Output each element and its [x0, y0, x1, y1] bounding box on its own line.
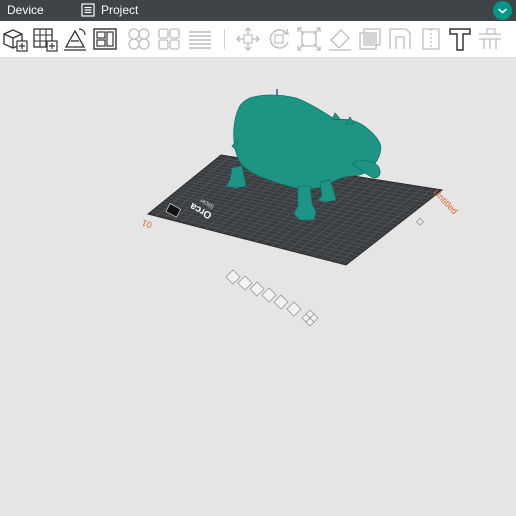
plate-index: 01 [140, 217, 153, 230]
settings-plate-icon[interactable] [261, 287, 277, 303]
plate-toolbar [225, 269, 319, 327]
auto-orient-button[interactable] [61, 25, 89, 53]
scale-icon [297, 27, 321, 51]
split-parts-button[interactable] [155, 25, 183, 53]
arrange-plate-icon[interactable] [225, 269, 241, 285]
seam-icon [422, 28, 440, 50]
layout-button[interactable] [91, 25, 119, 53]
move-button[interactable] [234, 25, 262, 53]
support-icon [479, 28, 501, 49]
add-object-button[interactable] [1, 25, 29, 53]
chevron-down-icon [497, 8, 508, 14]
collapse-button[interactable] [493, 1, 512, 20]
toolbar-separator [224, 29, 225, 49]
measure-button[interactable] [386, 25, 414, 53]
orient-plate-icon[interactable] [237, 275, 253, 291]
cut-icon [359, 28, 381, 50]
tab-project-label: Project [101, 3, 139, 17]
layout-icon [93, 28, 117, 50]
lock-plate-icon[interactable] [249, 281, 265, 297]
measure-icon [389, 28, 411, 49]
auto-orient-icon [64, 28, 86, 51]
plate-name-edit-icon[interactable] [415, 217, 425, 226]
cut-button[interactable] [356, 25, 384, 53]
split-objects-icon [128, 28, 150, 50]
scale-button[interactable] [295, 25, 323, 53]
rotate-button[interactable] [265, 25, 293, 53]
support-button[interactable] [476, 25, 504, 53]
add-object-icon [3, 29, 28, 52]
rotate-icon [269, 28, 289, 49]
layers-button[interactable] [186, 25, 214, 53]
plate-name: Untitled [431, 187, 459, 216]
text-icon [449, 28, 471, 51]
paint-button[interactable] [326, 25, 354, 53]
seam-button[interactable] [417, 25, 445, 53]
list-icon [81, 3, 95, 17]
3d-viewport[interactable]: 01 Untitled Orca Slicer [0, 58, 516, 516]
move-icon [236, 27, 260, 51]
split-parts-icon [158, 28, 180, 50]
split-objects-button[interactable] [125, 25, 153, 53]
toolbar [0, 21, 516, 58]
paint-icon [329, 29, 351, 51]
arrange-grid-button[interactable] [31, 25, 59, 53]
top-bar: Device Project [0, 0, 516, 21]
layout-plate-icon[interactable] [273, 294, 289, 310]
arrange-grid-icon [33, 28, 58, 52]
tab-device[interactable]: Device [7, 0, 44, 21]
select-all-icon[interactable] [286, 301, 302, 317]
layers-icon [189, 31, 211, 49]
scene: 01 Untitled Orca Slicer [140, 89, 460, 327]
text-button[interactable] [446, 25, 474, 53]
